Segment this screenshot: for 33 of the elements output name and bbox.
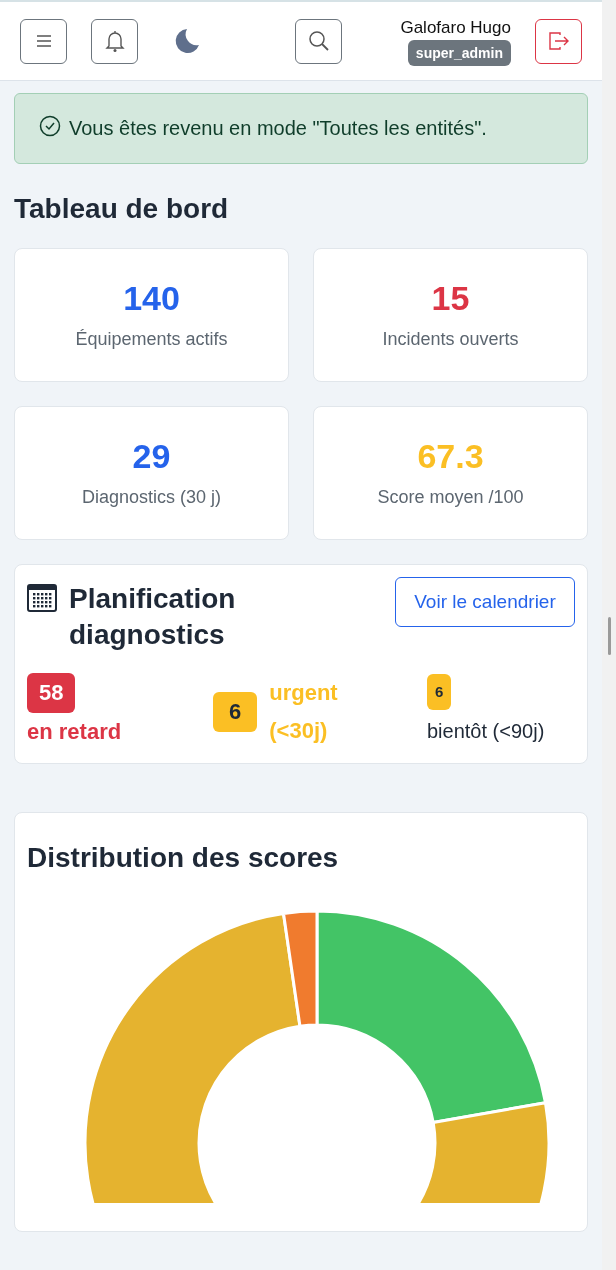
role-badge: super_admin <box>407 40 511 66</box>
calendar-button[interactable]: Voir le calendrier <box>395 577 575 627</box>
stat-value: 67.3 <box>417 435 484 476</box>
search-button[interactable] <box>295 18 342 64</box>
search-icon <box>307 30 330 52</box>
logout-button[interactable] <box>535 18 582 64</box>
scrollbar-thumb[interactable] <box>608 617 611 655</box>
stat-label: Incidents ouverts <box>382 327 519 351</box>
planning-label: en retard <box>27 718 123 746</box>
check-circle-icon <box>39 115 61 137</box>
planning-label: urgent (<30j) <box>269 679 339 745</box>
stat-label: Score moyen /100 <box>377 485 524 509</box>
calendar-icon <box>27 583 57 613</box>
menu-icon <box>35 34 52 48</box>
user-name: Galofaro Hugo <box>400 17 511 39</box>
bell-icon <box>104 29 125 53</box>
planning-title: Planification diagnostics <box>69 582 237 652</box>
stat-value: 140 <box>123 277 180 318</box>
alert-message: Vous êtes revenu en mode "Toutes les entités". <box>69 116 487 141</box>
logout-icon <box>547 32 570 50</box>
count-badge: 58 <box>27 673 76 713</box>
moon-icon <box>173 27 201 55</box>
stat-label: Équipements actifs <box>75 327 228 351</box>
page-title: Tableau de bord <box>14 192 230 226</box>
count-badge: 6 <box>213 692 258 732</box>
chart-title: Distribution des scores <box>27 841 340 875</box>
stat-label: Diagnostics (30 j) <box>81 485 222 509</box>
planning-label: bientôt (<90j) <box>427 719 546 744</box>
stat-value: 15 <box>431 277 470 318</box>
count-badge: 6 <box>427 674 452 710</box>
stat-value: 29 <box>132 435 171 476</box>
notifications-button[interactable] <box>91 18 138 64</box>
menu-button[interactable] <box>20 18 67 64</box>
